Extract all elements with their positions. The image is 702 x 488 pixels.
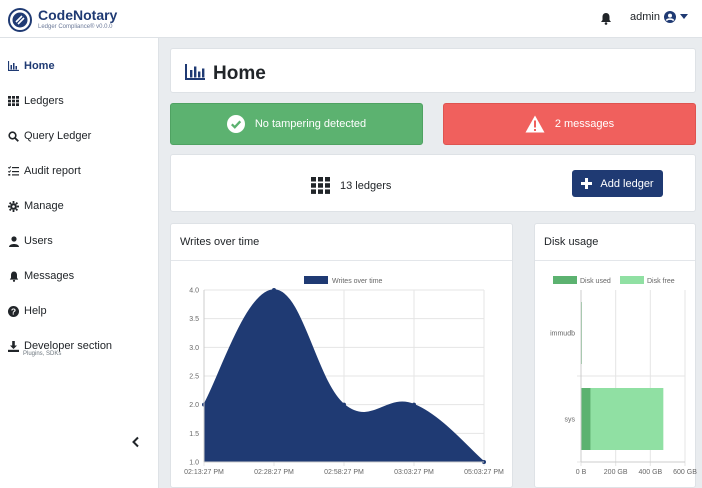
x-tick-label: 0 B — [576, 469, 587, 476]
sidebar-item-label: Users — [24, 235, 53, 247]
bar-chart-icon — [8, 61, 19, 72]
x-tick-label: 02:28:27 PM — [254, 469, 294, 476]
data-point — [272, 288, 276, 292]
tamper-status-alert[interactable]: No tampering detected — [170, 103, 423, 145]
sidebar-item-users[interactable]: Users — [8, 231, 53, 251]
y-tick-label: immudb — [550, 331, 575, 338]
legend-swatch — [304, 276, 328, 284]
grid-icon — [8, 96, 19, 107]
sidebar-item-help[interactable]: ? Help — [8, 301, 47, 321]
sidebar-item-label: Messages — [24, 270, 75, 282]
top-bar: CodeNotary Ledger Compliance® v0.0.0 adm… — [0, 0, 702, 38]
sidebar-item-ledgers[interactable]: Ledgers — [8, 91, 64, 111]
sidebar-item-label: Ledgers — [24, 95, 64, 107]
download-icon — [8, 340, 19, 352]
grid-icon — [311, 177, 330, 194]
tamper-status-text: No tampering detected — [254, 118, 367, 130]
y-tick-label: 2.5 — [189, 374, 199, 381]
plus-icon — [581, 178, 593, 189]
sidebar-item-label: Help — [24, 305, 47, 317]
ledger-count[interactable]: 13 ledgers — [311, 177, 391, 194]
writes-chart-header: Writes over time — [171, 224, 512, 261]
x-tick-label: 02:13:27 PM — [184, 469, 224, 476]
messages-alert[interactable]: 2 messages — [443, 103, 696, 145]
y-tick-label: 1.0 — [189, 460, 199, 467]
bar-sys-used — [581, 388, 591, 450]
sidebar: Home Ledgers Query Ledger Audit report M… — [0, 38, 159, 488]
sidebar-item-label: Audit report — [24, 165, 81, 177]
disk-usage-chart: Disk used Disk free 0 B 200 GB 400 GB 600 GB i… — [550, 276, 697, 476]
sidebar-item-messages[interactable]: Messages — [8, 266, 74, 286]
brand[interactable]: CodeNotary Ledger Compliance® v0.0.0 — [8, 6, 160, 34]
legend-label: Writes over time — [332, 278, 383, 285]
x-tick-label: 600 GB — [673, 469, 697, 476]
sidebar-item-label: Manage — [24, 200, 64, 212]
bell-icon — [8, 271, 19, 282]
add-ledger-button[interactable]: Add ledger — [572, 170, 663, 197]
legend-swatch-free — [620, 276, 644, 284]
sidebar-item-query-ledger[interactable]: Query Ledger — [8, 126, 91, 146]
data-point — [342, 402, 346, 407]
y-tick-label: 2.0 — [189, 402, 199, 409]
collapse-sidebar-chevron-left-icon[interactable] — [130, 436, 142, 448]
writes-chart-card: Writes over time Writes over time 1.0 1.5 2… — [170, 223, 513, 488]
user-circle-icon — [663, 11, 676, 23]
sidebar-item-label: Home — [24, 60, 55, 72]
legend-swatch-used — [553, 276, 577, 284]
warning-triangle-icon — [525, 115, 545, 133]
user-menu[interactable]: admin — [630, 11, 688, 23]
y-tick-label: sys — [565, 417, 576, 424]
legend-label-used: Disk used — [580, 278, 611, 285]
sidebar-item-manage[interactable]: Manage — [8, 196, 64, 216]
page-title: Home — [213, 63, 266, 84]
x-tick-label: 05:03:27 PM — [464, 469, 504, 476]
brand-subtitle: Ledger Compliance® v0.0.0 — [38, 24, 113, 30]
sidebar-item-home[interactable]: Home — [8, 56, 55, 76]
bar-sys-free — [590, 388, 664, 450]
messages-alert-text: 2 messages — [554, 118, 615, 130]
developer-subtitle: Plugins, SDKs — [23, 351, 62, 357]
svg-text:?: ? — [11, 306, 16, 316]
data-point — [412, 402, 416, 407]
list-check-icon — [8, 166, 19, 177]
ledgers-summary-card: 13 ledgers Add ledger — [170, 154, 696, 212]
user-name: admin — [630, 11, 660, 23]
question-circle-icon: ? — [8, 305, 19, 317]
notifications-bell-icon[interactable] — [600, 12, 612, 25]
disk-usage-card: Disk usage Disk used Disk free 0 B 200 GB 40… — [534, 223, 697, 488]
brand-title: CodeNotary — [38, 7, 118, 23]
y-tick-label: 3.5 — [189, 316, 199, 323]
sidebar-item-label: Query Ledger — [24, 130, 92, 142]
user-icon — [8, 235, 19, 247]
gear-icon — [8, 200, 19, 212]
y-tick-label: 1.5 — [189, 431, 199, 438]
y-tick-label: 4.0 — [189, 288, 199, 295]
check-circle-icon — [226, 115, 245, 133]
codenotary-logo-icon — [8, 8, 32, 32]
sidebar-item-audit-report[interactable]: Audit report — [8, 161, 81, 181]
writes-over-time-chart: Writes over time 1.0 1.5 2.0 2.5 3.0 3.5 4.0 02:… — [184, 276, 504, 476]
x-tick-label: 400 GB — [638, 469, 662, 476]
y-tick-label: 3.0 — [189, 345, 199, 352]
x-tick-label: 03:03:27 PM — [394, 469, 434, 476]
bar-chart-icon — [185, 64, 205, 80]
search-icon — [8, 130, 19, 142]
x-tick-label: 200 GB — [604, 469, 628, 476]
legend-label-free: Disk free — [647, 278, 675, 285]
add-ledger-label: Add ledger — [600, 177, 654, 190]
chevron-down-icon — [679, 14, 688, 19]
disk-usage-header: Disk usage — [535, 224, 695, 261]
page-header-card: Home — [170, 48, 696, 93]
ledger-count-text: 13 ledgers — [340, 179, 392, 192]
x-tick-label: 02:58:27 PM — [324, 469, 364, 476]
